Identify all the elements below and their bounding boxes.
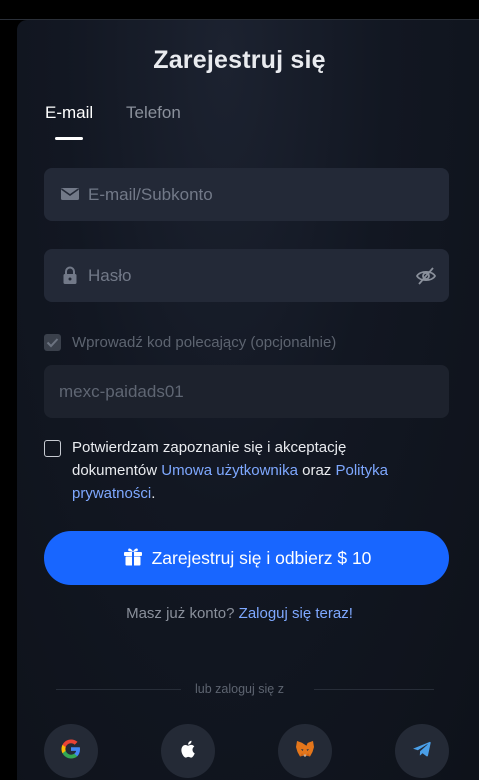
referral-field[interactable] <box>44 365 449 418</box>
login-link[interactable]: Zaloguj się teraz! <box>239 605 353 622</box>
check-icon <box>46 338 59 348</box>
mail-icon <box>60 184 80 204</box>
login-row: Masz już konto? Zaloguj się teraz! <box>0 605 479 622</box>
email-input[interactable] <box>88 168 408 221</box>
page-title: Zarejestruj się <box>153 46 326 74</box>
login-prompt: Masz już konto? <box>126 605 235 622</box>
tab-phone[interactable]: Telefon <box>126 103 181 123</box>
referral-checkbox[interactable] <box>44 334 61 351</box>
password-field[interactable] <box>44 249 449 302</box>
google-icon <box>60 738 82 765</box>
apple-login-button[interactable] <box>161 724 215 778</box>
divider-right <box>314 689 434 690</box>
referral-input[interactable] <box>59 365 379 418</box>
gift-icon <box>122 545 144 572</box>
top-bar <box>0 0 479 19</box>
telegram-icon <box>411 738 433 765</box>
lock-icon <box>60 265 80 285</box>
google-login-button[interactable] <box>44 724 98 778</box>
email-field[interactable] <box>44 168 449 221</box>
telegram-login-button[interactable] <box>395 724 449 778</box>
eye-off-icon[interactable] <box>415 265 437 287</box>
apple-icon <box>177 738 199 765</box>
tab-email[interactable]: E-mail <box>45 103 93 123</box>
metamask-login-button[interactable] <box>278 724 332 778</box>
terms-text: Potwierdzam zapoznanie się i akceptację … <box>72 436 432 505</box>
register-button[interactable]: Zarejestruj się i odbierz $ 10 <box>44 531 449 585</box>
referral-label: Wprowadź kod polecający (opcjonalnie) <box>72 334 337 351</box>
user-agreement-link[interactable]: Umowa użytkownika <box>161 462 298 479</box>
register-button-label: Zarejestruj się i odbierz $ 10 <box>151 547 372 568</box>
active-tab-indicator <box>55 137 83 140</box>
metamask-icon <box>294 738 316 765</box>
terms-end: . <box>151 485 156 502</box>
terms-checkbox[interactable] <box>44 440 61 457</box>
terms-and: oraz <box>302 462 332 479</box>
password-input[interactable] <box>88 249 408 302</box>
